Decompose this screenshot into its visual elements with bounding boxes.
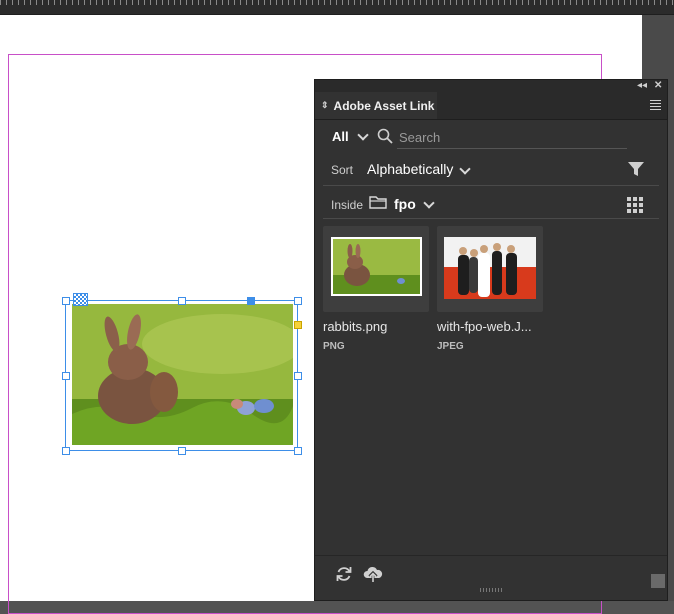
asset-thumbnail (444, 237, 536, 299)
handle-bottom-center[interactable] (178, 447, 186, 455)
asset-link-panel: ◂◂ ✕ ⇕ Adobe Asset Link All Sort Alphabe… (314, 79, 668, 601)
tab-label: Adobe Asset Link (333, 98, 435, 113)
live-corner-handle[interactable] (294, 321, 302, 329)
grid-view-icon[interactable] (627, 197, 643, 213)
asset-card[interactable] (437, 226, 543, 312)
panel-tab-bar: ⇕ Adobe Asset Link (315, 92, 667, 120)
image-frame-selection[interactable] (65, 300, 298, 451)
asset-type: JPEG (437, 341, 464, 352)
content-grabber-handle[interactable] (247, 297, 255, 305)
divider (323, 218, 659, 219)
asset-name[interactable]: with-fpo-web.J... (437, 319, 532, 334)
asset-type: PNG (323, 341, 345, 352)
close-icon[interactable]: ✕ (654, 80, 662, 92)
footer-divider (315, 555, 667, 556)
handle-middle-right[interactable] (294, 372, 302, 380)
location-row: Inside fpo (315, 192, 667, 218)
search-input[interactable] (397, 126, 627, 149)
handle-top-left[interactable] (62, 297, 70, 305)
asset-card[interactable] (323, 226, 429, 312)
collapse-panel-icon[interactable]: ◂◂ (637, 80, 647, 92)
resize-corner[interactable] (651, 574, 665, 588)
chevron-down-icon[interactable] (423, 197, 435, 209)
cloud-upload-icon[interactable] (363, 565, 383, 583)
chevron-down-icon[interactable] (459, 163, 471, 175)
folder-dropdown[interactable]: fpo (394, 196, 416, 212)
sort-dropdown[interactable]: Alphabetically (367, 161, 453, 177)
panel-menu-icon[interactable] (650, 100, 661, 110)
handle-bottom-right[interactable] (294, 447, 302, 455)
chevron-down-icon[interactable] (357, 129, 369, 141)
panel-title-bar[interactable]: ◂◂ ✕ (315, 80, 667, 92)
refresh-icon[interactable] (335, 565, 353, 583)
search-row: All (315, 122, 667, 152)
tab-expand-icon[interactable]: ⇕ (321, 100, 329, 111)
sort-label: Sort (331, 163, 354, 177)
panel-resize-grip[interactable] (480, 588, 502, 592)
inside-label: Inside (331, 198, 364, 212)
tab-adobe-asset-link[interactable]: ⇕ Adobe Asset Link (315, 92, 437, 119)
search-icon (377, 128, 393, 144)
handle-middle-left[interactable] (62, 372, 70, 380)
handle-top-center[interactable] (178, 297, 186, 305)
asset-name[interactable]: rabbits.png (323, 319, 387, 334)
sort-row: Sort Alphabetically (315, 158, 667, 184)
asset-thumbnail (331, 237, 422, 296)
link-badge-icon[interactable] (73, 293, 88, 306)
horizontal-ruler (0, 0, 674, 15)
filter-icon[interactable] (627, 160, 645, 178)
scope-dropdown[interactable]: All (332, 129, 349, 144)
handle-bottom-left[interactable] (62, 447, 70, 455)
folder-icon (369, 196, 387, 209)
handle-top-right[interactable] (294, 297, 302, 305)
divider (323, 185, 659, 186)
